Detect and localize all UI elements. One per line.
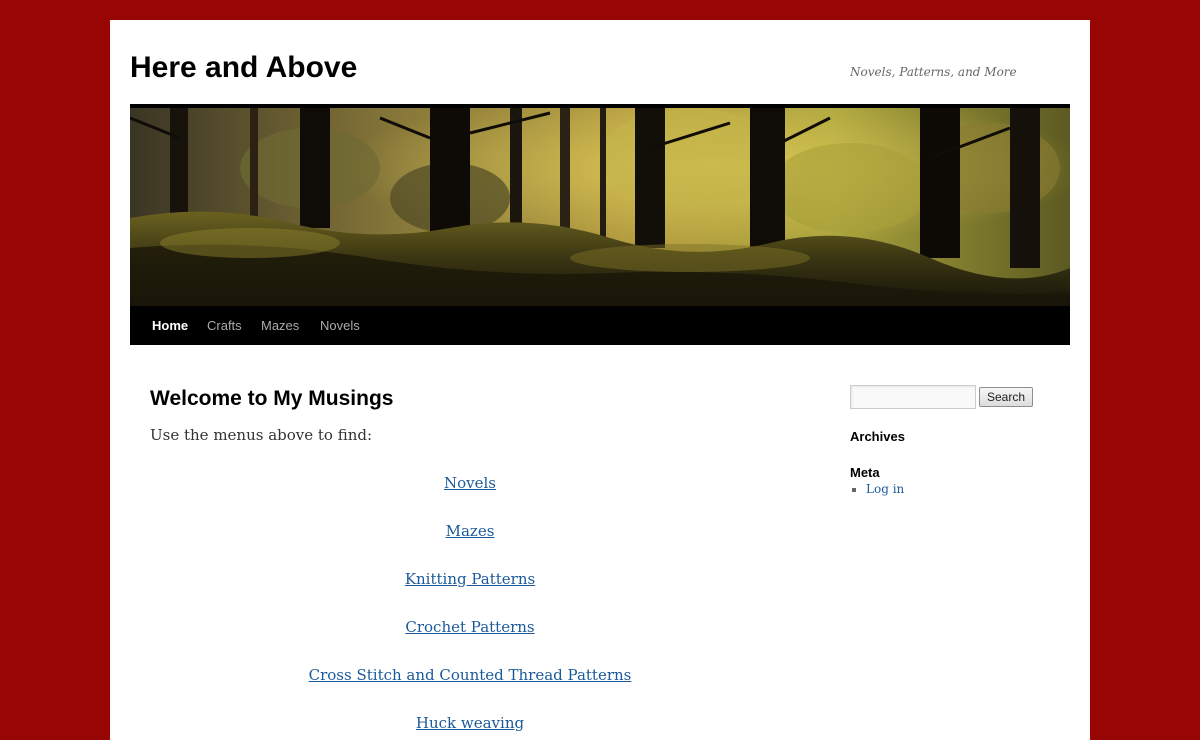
search-input[interactable]	[850, 385, 976, 409]
link-crochet-patterns[interactable]: Crochet Patterns	[405, 618, 534, 636]
link-row: Knitting Patterns	[150, 570, 790, 588]
post-intro: Use the menus above to find:	[150, 426, 373, 444]
login-link[interactable]: Log in	[866, 482, 904, 496]
link-row: Cross Stitch and Counted Thread Patterns	[150, 666, 790, 684]
main-content: Welcome to My Musings Use the menus abov…	[150, 385, 790, 732]
link-mazes[interactable]: Mazes	[446, 522, 495, 540]
link-knitting-patterns[interactable]: Knitting Patterns	[405, 570, 535, 588]
link-cross-stitch-patterns[interactable]: Cross Stitch and Counted Thread Patterns	[309, 666, 632, 684]
link-row: Mazes	[150, 522, 790, 540]
link-novels[interactable]: Novels	[444, 474, 496, 492]
main-navigation: Home Crafts Mazes Novels	[130, 306, 1070, 345]
link-row: Huck weaving	[150, 714, 790, 732]
link-row: Novels	[150, 474, 790, 492]
nav-item-home[interactable]: Home	[152, 318, 188, 334]
nav-item-mazes[interactable]: Mazes	[261, 318, 299, 334]
bullet-icon	[852, 488, 856, 492]
page-container: Here and Above Novels, Patterns, and Mor…	[110, 20, 1090, 740]
search-button[interactable]: Search	[979, 387, 1033, 407]
site-title[interactable]: Here and Above	[130, 50, 357, 86]
header-image	[130, 104, 1070, 306]
forest-photo	[130, 108, 1070, 306]
nav-item-novels[interactable]: Novels	[320, 318, 360, 334]
site-description: Novels, Patterns, and More	[850, 65, 1017, 79]
meta-widget-title: Meta	[850, 465, 880, 480]
link-row: Crochet Patterns	[150, 618, 790, 636]
link-huck-weaving[interactable]: Huck weaving	[416, 714, 524, 732]
post-title: Welcome to My Musings	[150, 387, 394, 410]
nav-item-crafts[interactable]: Crafts	[207, 318, 242, 334]
archives-widget-title: Archives	[850, 429, 905, 444]
